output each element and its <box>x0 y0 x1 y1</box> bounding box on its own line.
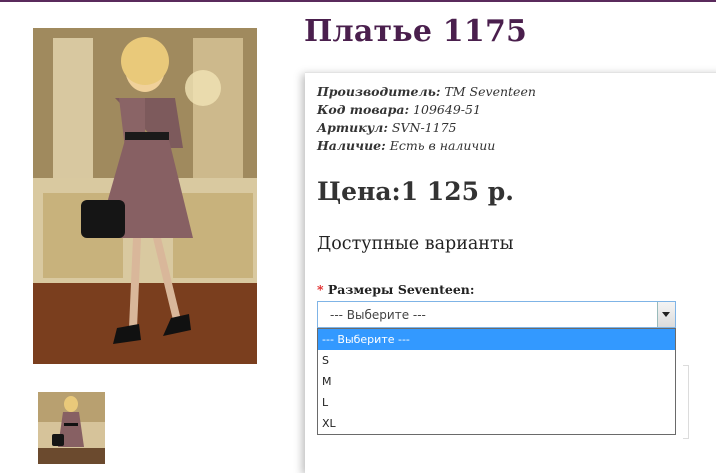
size-label-text: Размеры Seventeen: <box>327 282 475 297</box>
size-dropdown-list: --- Выберите --- S M L XL <box>317 328 676 435</box>
meta-key: Код товара: <box>317 102 410 117</box>
meta-row-article: Артикул: SVN-1175 <box>317 119 536 137</box>
meta-key: Артикул: <box>317 120 388 135</box>
meta-value: Есть в наличии <box>385 138 496 153</box>
meta-key: Наличие: <box>317 138 386 153</box>
size-option[interactable]: M <box>318 371 675 392</box>
product-price: Цена:1 125 р. <box>317 177 514 206</box>
product-photo-illustration <box>33 28 257 364</box>
size-option[interactable]: L <box>318 392 675 413</box>
variants-heading: Доступные варианты <box>317 234 514 254</box>
chevron-down-icon[interactable] <box>657 302 675 327</box>
size-select-value: --- Выберите --- <box>330 308 426 322</box>
size-select[interactable]: --- Выберите --- <box>317 301 676 328</box>
product-main-photo[interactable] <box>33 28 257 364</box>
product-meta: Производитель: TM Seventeen Код товара: … <box>317 83 536 155</box>
product-thumbnail[interactable] <box>38 392 105 464</box>
product-info-panel: Производитель: TM Seventeen Код товара: … <box>305 72 716 473</box>
top-accent-rule <box>0 0 716 2</box>
meta-value: TM Seventeen <box>440 84 536 99</box>
required-mark: * <box>317 282 324 297</box>
meta-value: SVN-1175 <box>387 120 457 135</box>
underlying-field-edge <box>683 365 689 439</box>
size-option[interactable]: XL <box>318 413 675 434</box>
meta-row-product-code: Код товара: 109649-51 <box>317 101 536 119</box>
size-option[interactable]: S <box>318 350 675 371</box>
meta-row-manufacturer: Производитель: TM Seventeen <box>317 83 536 101</box>
thumbnail-illustration <box>38 392 105 464</box>
size-option[interactable]: --- Выберите --- <box>318 329 675 350</box>
product-title: Платье 1175 <box>304 14 528 49</box>
meta-key: Производитель: <box>317 84 441 99</box>
meta-row-availability: Наличие: Есть в наличии <box>317 137 536 155</box>
meta-value: 109649-51 <box>409 102 481 117</box>
size-label: * Размеры Seventeen: <box>317 282 474 297</box>
